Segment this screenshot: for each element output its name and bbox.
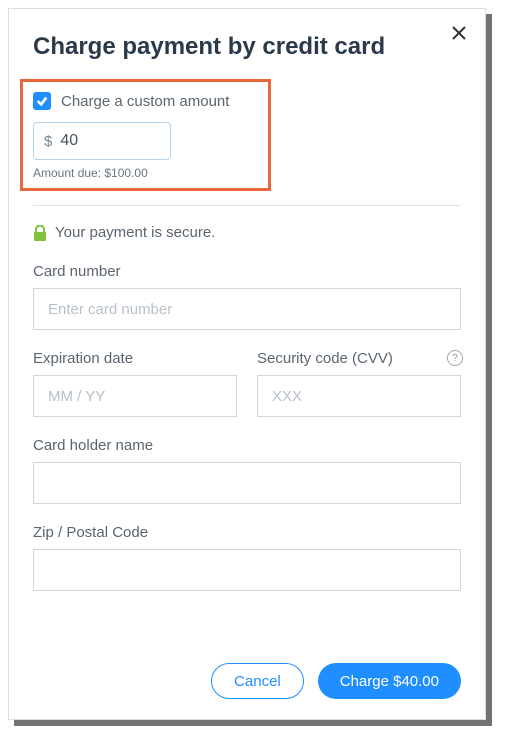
checkmark-icon <box>36 95 48 107</box>
card-holder-input[interactable] <box>33 462 461 504</box>
expiration-label: Expiration date <box>33 350 237 367</box>
amount-input-container[interactable]: $ <box>33 122 171 160</box>
card-number-label: Card number <box>33 263 461 280</box>
cvv-label: Security code (CVV) <box>257 350 461 367</box>
card-holder-group: Card holder name <box>33 437 461 504</box>
modal-title: Charge payment by credit card <box>33 33 461 61</box>
cvv-help-icon[interactable]: ? <box>447 350 463 366</box>
card-number-input[interactable] <box>33 288 461 330</box>
cancel-button[interactable]: Cancel <box>211 663 304 699</box>
card-holder-label: Card holder name <box>33 437 461 454</box>
cvv-group: Security code (CVV) ? <box>257 350 461 417</box>
custom-amount-label: Charge a custom amount <box>61 93 229 110</box>
secure-row: Your payment is secure. <box>33 224 461 241</box>
expiration-group: Expiration date <box>33 350 237 417</box>
currency-prefix: $ <box>44 133 52 150</box>
custom-amount-row: Charge a custom amount <box>33 92 258 110</box>
charge-button[interactable]: Charge $40.00 <box>318 663 461 699</box>
cvv-input[interactable] <box>257 375 461 417</box>
close-icon <box>451 25 467 41</box>
modal-footer: Cancel Charge $40.00 <box>211 663 461 699</box>
lock-icon <box>33 225 47 241</box>
section-divider <box>33 205 461 206</box>
expiration-input[interactable] <box>33 375 237 417</box>
payment-modal: Charge payment by credit card Charge a c… <box>8 8 486 720</box>
zip-group: Zip / Postal Code <box>33 524 461 591</box>
secure-text: Your payment is secure. <box>55 224 215 241</box>
zip-input[interactable] <box>33 549 461 591</box>
custom-amount-highlight: Charge a custom amount $ Amount due: $10… <box>20 79 271 191</box>
expiry-cvv-row: Expiration date Security code (CVV) ? <box>33 350 461 417</box>
amount-input[interactable] <box>60 132 160 150</box>
card-number-group: Card number <box>33 263 461 330</box>
close-button[interactable] <box>449 23 469 43</box>
zip-label: Zip / Postal Code <box>33 524 461 541</box>
amount-due-text: Amount due: $100.00 <box>33 166 258 180</box>
custom-amount-checkbox[interactable] <box>33 92 51 110</box>
